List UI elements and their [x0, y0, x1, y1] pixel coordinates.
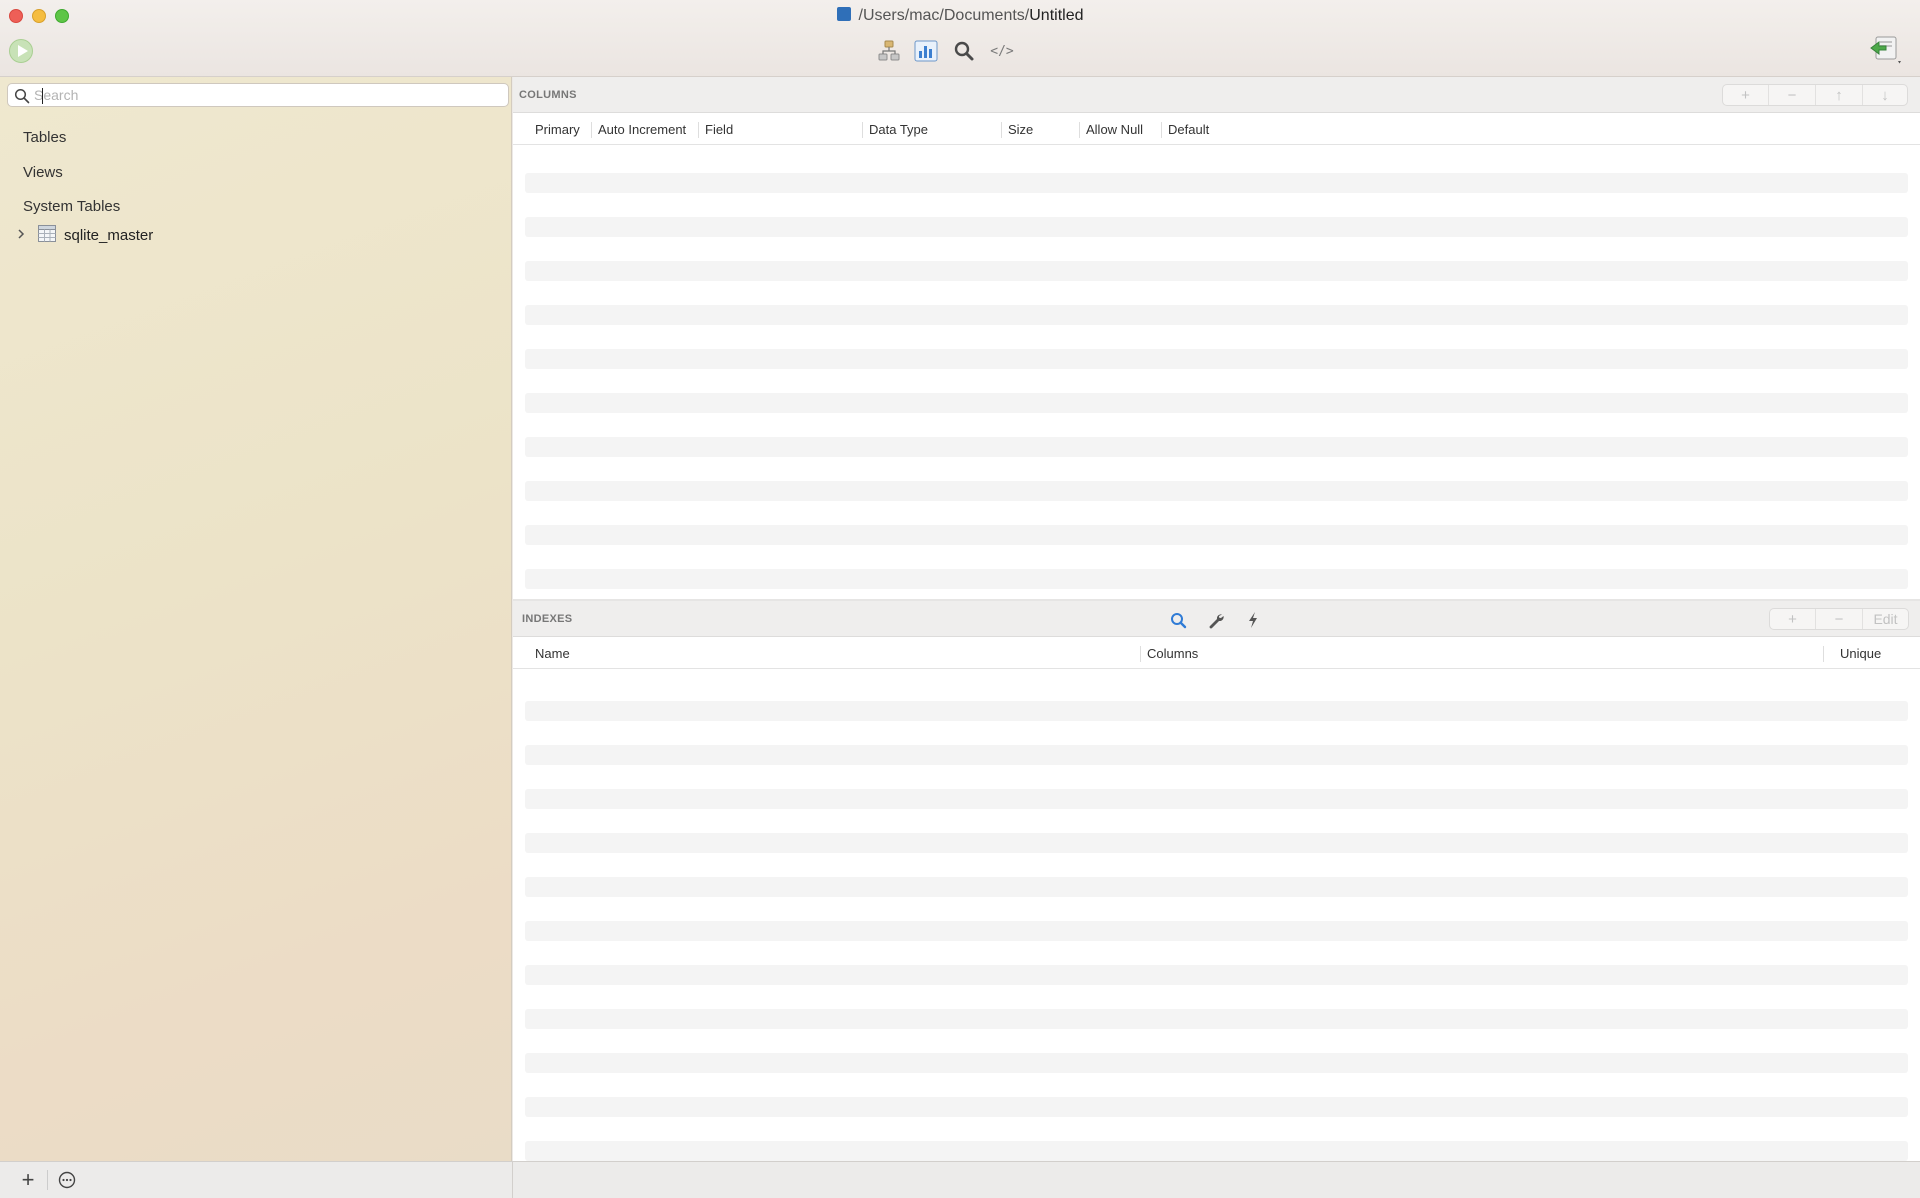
search-icon	[14, 88, 30, 104]
search-icon	[1171, 612, 1187, 628]
columns-table-header: Primary Auto Increment Field Data Type S…	[513, 113, 1920, 145]
empty-row-stripe	[525, 1141, 1908, 1161]
index-search-button[interactable]	[1160, 609, 1197, 631]
export-button[interactable]	[1868, 34, 1904, 66]
window-title: /Users/mac/Documents/Untitled	[0, 7, 1920, 25]
empty-row-stripe	[525, 745, 1908, 765]
code-button[interactable]: </>	[987, 38, 1017, 64]
ellipsis-circle-icon	[58, 1171, 76, 1189]
column-header-field[interactable]: Field	[698, 122, 733, 138]
move-column-down-button[interactable]: ↓	[1863, 85, 1907, 105]
run-button[interactable]	[9, 39, 33, 63]
bottom-bar-separator	[47, 1170, 48, 1190]
edit-index-button[interactable]: Edit	[1863, 609, 1908, 629]
sidebar-search-input[interactable]	[34, 86, 502, 104]
columns-button-group: + − ↑ ↓	[1722, 84, 1908, 106]
column-header-default[interactable]: Default	[1161, 122, 1209, 138]
sidebar: Tables Views System Tables sqlite_master	[0, 77, 512, 1161]
sidebar-group-views[interactable]: Views	[23, 164, 63, 181]
sidebar-group-system-tables[interactable]: System Tables	[23, 198, 120, 215]
main-panel: COLUMNS + − ↑ ↓ Primary Auto Increment F…	[513, 77, 1920, 1161]
indexes-button-group: + − Edit	[1769, 608, 1909, 630]
empty-row-stripe	[525, 789, 1908, 809]
query-search-button[interactable]	[950, 38, 978, 64]
indexes-tools	[1160, 609, 1271, 631]
chevron-right-icon[interactable]	[16, 228, 30, 243]
bottom-bar-divider	[512, 1162, 513, 1198]
export-icon	[1870, 36, 1901, 64]
empty-row-stripe	[525, 1053, 1908, 1073]
index-header-unique[interactable]: Unique	[1823, 646, 1881, 662]
empty-row-stripe	[525, 173, 1908, 193]
empty-row-stripe	[525, 1009, 1908, 1029]
add-column-button[interactable]: +	[1723, 85, 1769, 105]
remove-index-button[interactable]: −	[1816, 609, 1863, 629]
columns-section-header: COLUMNS + − ↑ ↓	[513, 77, 1920, 113]
chart-button[interactable]	[912, 38, 940, 64]
wrench-icon	[1209, 614, 1224, 629]
indexes-table-header: Name Columns Unique	[513, 637, 1920, 669]
sidebar-item-label: sqlite_master	[64, 226, 154, 244]
empty-row-stripe	[525, 877, 1908, 897]
remove-column-button[interactable]: −	[1769, 85, 1816, 105]
add-index-button[interactable]: +	[1770, 609, 1816, 629]
text-caret	[42, 88, 43, 104]
empty-row-stripe	[525, 701, 1908, 721]
empty-row-stripe	[525, 261, 1908, 281]
window-titlebar: /Users/mac/Documents/Untitled </>	[0, 0, 1920, 77]
column-header-auto-increment[interactable]: Auto Increment	[591, 122, 686, 138]
column-header-primary[interactable]: Primary	[529, 122, 580, 138]
table-icon	[38, 225, 56, 245]
sidebar-item-sqlite-master[interactable]: sqlite_master	[16, 224, 153, 246]
move-column-up-button[interactable]: ↑	[1816, 85, 1863, 105]
empty-row-stripe	[525, 305, 1908, 325]
columns-section-title: COLUMNS	[519, 89, 577, 101]
empty-row-stripe	[525, 921, 1908, 941]
empty-row-stripe	[525, 833, 1908, 853]
bottom-bar: +	[0, 1161, 1920, 1198]
index-keys-button[interactable]	[1197, 609, 1234, 631]
empty-row-stripe	[525, 965, 1908, 985]
chart-icon	[914, 40, 938, 62]
empty-row-stripe	[525, 437, 1908, 457]
empty-row-stripe	[525, 1097, 1908, 1117]
column-header-allow-null[interactable]: Allow Null	[1079, 122, 1143, 138]
sidebar-group-tables[interactable]: Tables	[23, 129, 66, 146]
lightning-icon	[1248, 612, 1257, 628]
empty-row-stripe	[525, 569, 1908, 589]
index-header-name[interactable]: Name	[529, 646, 570, 662]
column-header-size[interactable]: Size	[1001, 122, 1033, 138]
sidebar-search[interactable]	[7, 83, 509, 107]
window-path-prefix: /Users/mac/Documents/	[858, 7, 1030, 24]
column-header-data-type[interactable]: Data Type	[862, 122, 928, 138]
empty-row-stripe	[525, 217, 1908, 237]
more-options-button[interactable]	[57, 1170, 77, 1190]
index-triggers-button[interactable]	[1234, 609, 1271, 631]
indexes-section-header: INDEXES + − Edit	[513, 601, 1920, 637]
empty-row-stripe	[525, 349, 1908, 369]
indexes-section-title: INDEXES	[522, 613, 573, 625]
search-icon	[954, 41, 974, 61]
empty-row-stripe	[525, 481, 1908, 501]
empty-row-stripe	[525, 393, 1908, 413]
document-icon	[836, 7, 851, 21]
index-header-columns[interactable]: Columns	[1140, 646, 1198, 662]
structure-icon	[878, 40, 900, 61]
empty-row-stripe	[525, 525, 1908, 545]
structure-button[interactable]	[875, 38, 903, 64]
window-document-name: Untitled	[1029, 7, 1084, 24]
add-item-button[interactable]: +	[17, 1167, 39, 1192]
